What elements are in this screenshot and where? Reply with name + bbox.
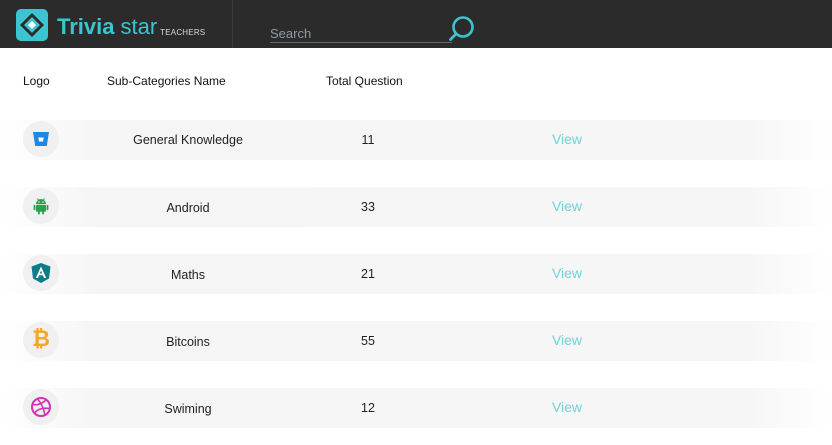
- row-name: Maths: [170, 268, 206, 282]
- view-link[interactable]: View: [540, 198, 594, 214]
- view-link[interactable]: View: [540, 131, 594, 147]
- view-link[interactable]: View: [540, 332, 594, 348]
- row-logo: ₿: [23, 322, 59, 358]
- top-navbar: Trivia star TEACHERS: [0, 0, 832, 48]
- row-name: Bitcoins: [166, 335, 210, 349]
- brand-subtitle: TEACHERS: [160, 28, 206, 37]
- row-total: 12: [361, 401, 375, 415]
- row-name: Android: [166, 201, 210, 215]
- row-logo: [23, 255, 59, 291]
- row-name: Swiming: [164, 402, 212, 416]
- row-total: 11: [361, 133, 375, 147]
- column-header-name: Sub-Categories Name: [107, 74, 226, 88]
- brand[interactable]: Trivia star TEACHERS: [15, 6, 205, 42]
- dribbble-icon: [31, 397, 51, 417]
- navbar-divider: [232, 0, 233, 48]
- view-link[interactable]: View: [540, 265, 594, 281]
- row-total: 21: [361, 267, 375, 281]
- brand-name-bold: Trivia: [57, 14, 115, 39]
- angular-icon: [31, 263, 51, 283]
- brand-name-light: star: [120, 14, 158, 39]
- android-icon: [33, 198, 49, 215]
- bitcoin-icon: ₿: [32, 327, 50, 352]
- row-logo: [23, 188, 59, 224]
- view-link[interactable]: View: [540, 399, 594, 415]
- row-name: General Knowledge: [133, 133, 243, 147]
- row-logo: [23, 389, 59, 425]
- column-header-logo: Logo: [23, 74, 50, 88]
- row-total: 33: [361, 200, 375, 214]
- row-logo: [23, 121, 59, 157]
- trivia-star-logo-icon: [16, 9, 48, 41]
- search-input[interactable]: [270, 25, 452, 43]
- search-icon[interactable]: [447, 14, 477, 44]
- row-total: 55: [361, 334, 375, 348]
- column-header-total: Total Question: [326, 74, 403, 88]
- bitbucket-icon: [33, 132, 49, 146]
